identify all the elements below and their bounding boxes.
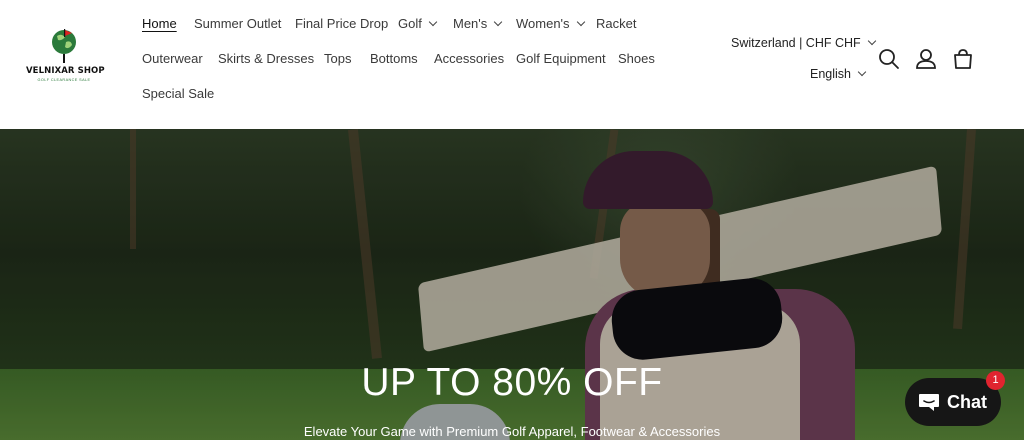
chevron-down-icon [857,67,867,77]
nav-golf[interactable]: Golf [398,16,438,32]
nav-mens-label: Men's [453,16,488,31]
country-selector[interactable]: Switzerland | CHF CHF [731,36,876,50]
nav-outerwear[interactable]: Outerwear [142,51,203,67]
nav-shoes[interactable]: Shoes [618,51,655,67]
nav-tops[interactable]: Tops [324,51,351,67]
account-icon[interactable] [913,46,939,72]
nav-womens-label: Women's [516,16,570,31]
language-label: English [810,67,851,81]
hero-title: UP TO 80% OFF [361,361,663,404]
chat-bubble-icon [919,394,939,411]
chevron-down-icon [867,36,876,46]
nav-home[interactable]: Home [142,16,177,32]
nav-accessories[interactable]: Accessories [434,51,504,67]
nav-golf-equipment[interactable]: Golf Equipment [516,51,606,67]
nav-womens[interactable]: Women's [516,16,585,32]
nav-summer-outlet[interactable]: Summer Outlet [194,16,281,32]
nav-racket[interactable]: Racket [596,16,636,32]
language-selector[interactable]: English [810,67,867,81]
site-header: VELNIXAR SHOP GOLF CLEARANCE SALE Home S… [0,0,1024,129]
search-icon[interactable] [876,46,902,72]
globe-golf-icon [52,29,76,63]
chevron-down-icon [576,17,585,27]
nav-golf-label: Golf [398,16,422,31]
hero-subtitle: Elevate Your Game with Premium Golf Appa… [303,424,721,439]
nav-mens[interactable]: Men's [453,16,503,32]
logo[interactable]: VELNIXAR SHOP GOLF CLEARANCE SALE [26,28,105,90]
chat-label: Chat [947,392,987,412]
chevron-down-icon [428,17,438,27]
country-label: Switzerland | CHF CHF [731,36,861,50]
nav-special-sale[interactable]: Special Sale [142,86,214,102]
nav-bottoms[interactable]: Bottoms [370,51,418,67]
chat-unread-badge: 1 [986,371,1005,390]
logo-name: VELNIXAR SHOP [26,66,105,76]
hero-banner: UP TO 80% OFF Elevate Your Game with Pre… [0,129,1024,440]
chevron-down-icon [494,17,503,27]
nav-skirts-dresses[interactable]: Skirts & Dresses [218,51,314,67]
cart-icon[interactable] [950,46,976,72]
nav-final-price-drop[interactable]: Final Price Drop [295,16,388,32]
logo-tagline: GOLF CLEARANCE SALE [37,78,91,82]
